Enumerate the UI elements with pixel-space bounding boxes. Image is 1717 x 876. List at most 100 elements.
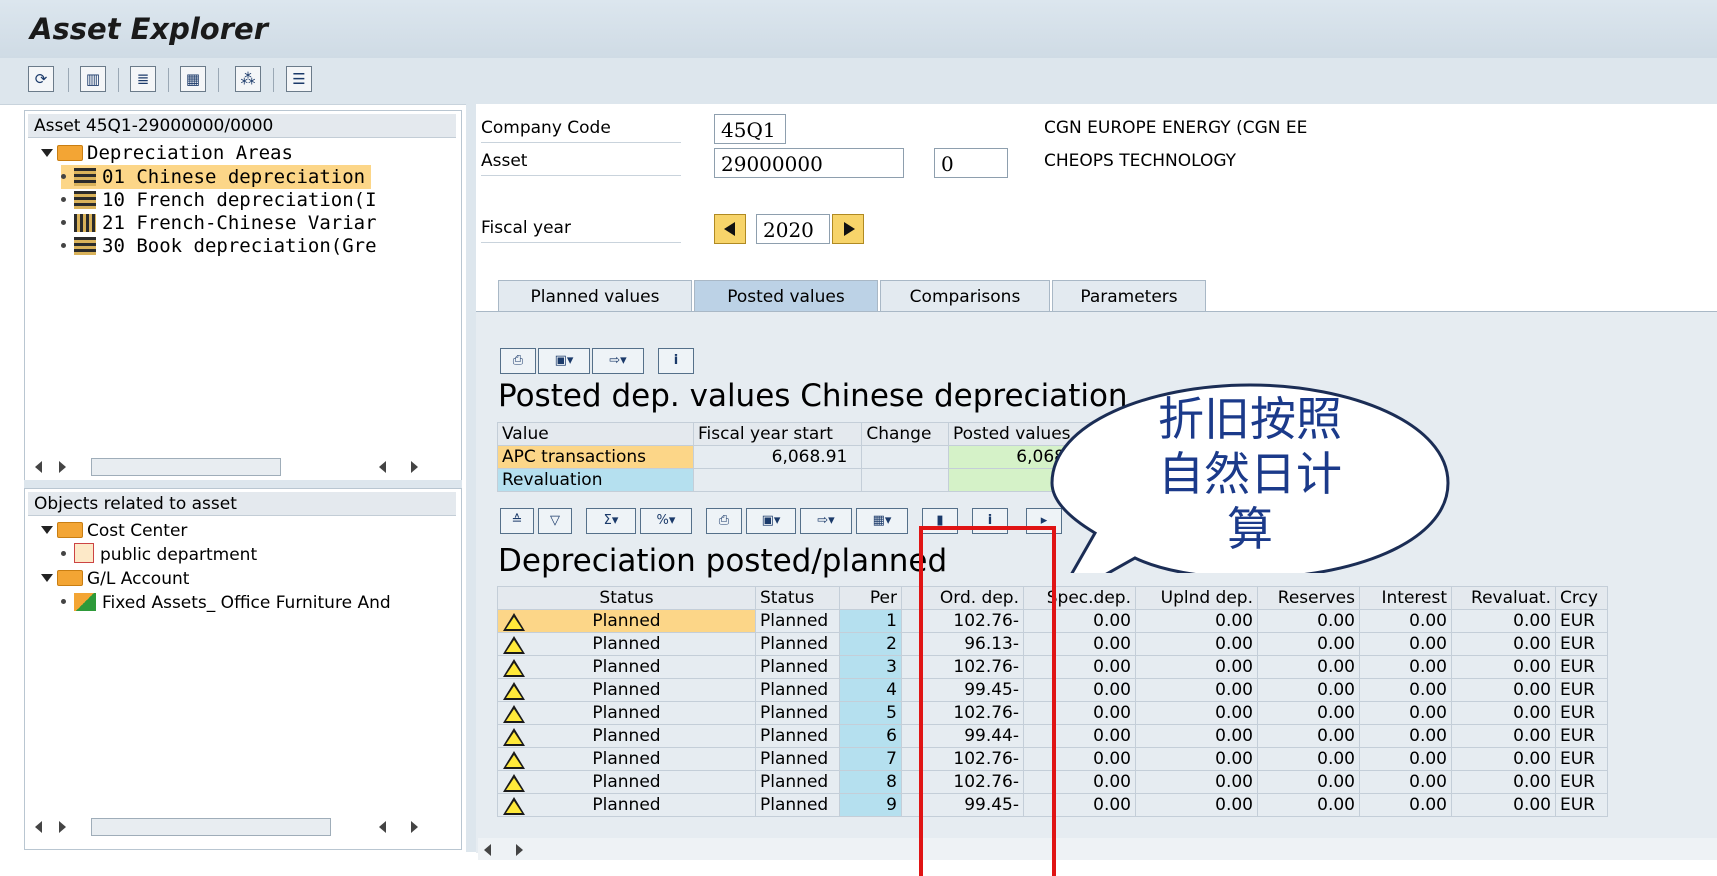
interest-cell[interactable]: 0.00 <box>1359 609 1452 633</box>
period-cell[interactable]: 5 <box>839 701 902 725</box>
status2-cell[interactable]: Planned <box>755 609 840 633</box>
refresh-icon[interactable]: ⟳ <box>28 66 54 92</box>
reserves-cell[interactable]: 0.00 <box>1257 747 1360 771</box>
status2-cell[interactable]: Planned <box>755 701 840 725</box>
objects-horizontal-scrollbar[interactable] <box>33 815 455 837</box>
tree-node-cost-center[interactable]: Cost Center <box>41 519 187 543</box>
uplnd-dep-cell[interactable]: 0.00 <box>1135 770 1258 794</box>
layout-icon[interactable]: ▦▾ <box>856 508 908 534</box>
tree-item-fixed-assets[interactable]: Fixed Assets_ Office Furniture And <box>61 591 391 615</box>
column-header[interactable]: Change <box>861 422 949 446</box>
print-icon[interactable]: ⎙ <box>500 348 536 374</box>
expand-icon[interactable] <box>41 526 53 534</box>
reserves-cell[interactable]: 0.00 <box>1257 724 1360 748</box>
tree-node-depreciation-areas[interactable]: Depreciation Areas <box>41 141 293 165</box>
tree-item-area-30[interactable]: 30 Book depreciation(Gre <box>61 234 377 258</box>
subtotal-icon[interactable]: %▾ <box>640 508 692 534</box>
reserves-cell[interactable]: 0.00 <box>1257 770 1360 794</box>
column-header-uplnd-dep[interactable]: Uplnd dep. <box>1135 586 1258 610</box>
column-header[interactable]: Value <box>497 422 694 446</box>
export-icon[interactable]: ⇨▾ <box>592 348 644 374</box>
currency-cell[interactable]: EUR <box>1555 655 1608 679</box>
layout-icon[interactable]: ▦ <box>180 66 206 92</box>
status-cell[interactable]: Planned <box>497 655 756 679</box>
interest-cell[interactable]: 0.00 <box>1359 724 1452 748</box>
interest-cell[interactable]: 0.00 <box>1359 701 1452 725</box>
status2-cell[interactable]: Planned <box>755 724 840 748</box>
period-cell[interactable]: 1 <box>839 609 902 633</box>
scroll-thumb[interactable] <box>91 818 331 836</box>
currency-cell[interactable]: EUR <box>1555 747 1608 771</box>
print-preview-icon[interactable]: ▣▾ <box>746 508 796 534</box>
currency-cell[interactable]: EUR <box>1555 724 1608 748</box>
column-header-status2[interactable]: Status <box>755 586 840 610</box>
export-icon[interactable]: ⇨▾ <box>800 508 852 534</box>
expand-icon[interactable] <box>41 149 53 157</box>
uplnd-dep-cell[interactable]: 0.00 <box>1135 724 1258 748</box>
panel-splitter[interactable] <box>24 480 462 488</box>
reserves-cell[interactable]: 0.00 <box>1257 701 1360 725</box>
status2-cell[interactable]: Planned <box>755 678 840 702</box>
revaluat-cell[interactable]: 0.00 <box>1451 632 1556 656</box>
currency-cell[interactable]: EUR <box>1555 609 1608 633</box>
next-year-button[interactable] <box>832 214 864 244</box>
column-header-interest[interactable]: Interest <box>1359 586 1452 610</box>
revaluat-cell[interactable]: 0.00 <box>1451 747 1556 771</box>
scroll-left-icon[interactable] <box>484 844 491 856</box>
status-cell[interactable]: Planned <box>497 724 756 748</box>
revaluat-cell[interactable]: 0.00 <box>1451 609 1556 633</box>
status-cell[interactable]: Planned <box>497 770 756 794</box>
print-preview-icon[interactable]: ▣▾ <box>538 348 590 374</box>
tree-node-gl-account[interactable]: G/L Account <box>41 567 189 591</box>
period-cell[interactable]: 9 <box>839 793 902 817</box>
reserves-cell[interactable]: 0.00 <box>1257 793 1360 817</box>
filter-icon[interactable]: ▽ <box>538 508 572 534</box>
column-header-reserves[interactable]: Reserves <box>1257 586 1360 610</box>
tree-item-area-21[interactable]: 21 French-Chinese Variar <box>61 211 377 235</box>
uplnd-dep-cell[interactable]: 0.00 <box>1135 632 1258 656</box>
scroll-left-icon[interactable] <box>35 821 42 833</box>
period-cell[interactable]: 7 <box>839 747 902 771</box>
interest-cell[interactable]: 0.00 <box>1359 655 1452 679</box>
asset-subnumber-field[interactable]: 0 <box>934 148 1008 178</box>
revaluat-cell[interactable]: 0.00 <box>1451 770 1556 794</box>
uplnd-dep-cell[interactable]: 0.00 <box>1135 701 1258 725</box>
currency-cell[interactable]: EUR <box>1555 701 1608 725</box>
print-icon[interactable]: ⎙ <box>706 508 742 534</box>
scroll-left-icon[interactable] <box>35 461 42 473</box>
tree-item-area-01[interactable]: 01 Chinese depreciation <box>61 165 372 189</box>
tab-planned-values[interactable]: Planned values <box>498 280 692 312</box>
tree-item-public-department[interactable]: public department <box>61 543 257 567</box>
grid-horizontal-scrollbar[interactable] <box>478 838 1717 860</box>
value-cell[interactable]: Revaluation <box>497 468 694 492</box>
uplnd-dep-cell[interactable]: 0.00 <box>1135 678 1258 702</box>
scroll-right-icon[interactable] <box>59 821 66 833</box>
asset-number-field[interactable]: 29000000 <box>714 148 904 178</box>
period-cell[interactable]: 8 <box>839 770 902 794</box>
status2-cell[interactable]: Planned <box>755 655 840 679</box>
reserves-cell[interactable]: 0.00 <box>1257 655 1360 679</box>
uplnd-dep-cell[interactable]: 0.00 <box>1135 655 1258 679</box>
scroll-thumb[interactable] <box>91 458 281 476</box>
sum-icon[interactable]: Σ▾ <box>586 508 636 534</box>
reserves-cell[interactable]: 0.00 <box>1257 678 1360 702</box>
scroll-right-icon[interactable] <box>411 821 418 833</box>
interest-cell[interactable]: 0.00 <box>1359 793 1452 817</box>
tab-comparisons[interactable]: Comparisons <box>880 280 1050 312</box>
hierarchy-icon[interactable]: ⁂ <box>235 66 261 92</box>
scroll-right-icon[interactable] <box>411 461 418 473</box>
currency-cell[interactable]: EUR <box>1555 632 1608 656</box>
column-header-currency[interactable]: Crcy <box>1555 586 1608 610</box>
uplnd-dep-cell[interactable]: 0.00 <box>1135 747 1258 771</box>
status-cell[interactable]: Planned <box>497 701 756 725</box>
column-header[interactable]: Fiscal year start <box>692 422 863 446</box>
column-header-period[interactable]: Per <box>839 586 902 610</box>
period-cell[interactable]: 2 <box>839 632 902 656</box>
status-cell[interactable]: Planned <box>497 632 756 656</box>
filter-icon[interactable]: ≣ <box>130 66 156 92</box>
status2-cell[interactable]: Planned <box>755 632 840 656</box>
fiscal-year-field[interactable]: 2020 <box>756 214 830 244</box>
interest-cell[interactable]: 0.00 <box>1359 678 1452 702</box>
revaluat-cell[interactable]: 0.00 <box>1451 655 1556 679</box>
company-code-field[interactable]: 45Q1 <box>714 114 786 144</box>
